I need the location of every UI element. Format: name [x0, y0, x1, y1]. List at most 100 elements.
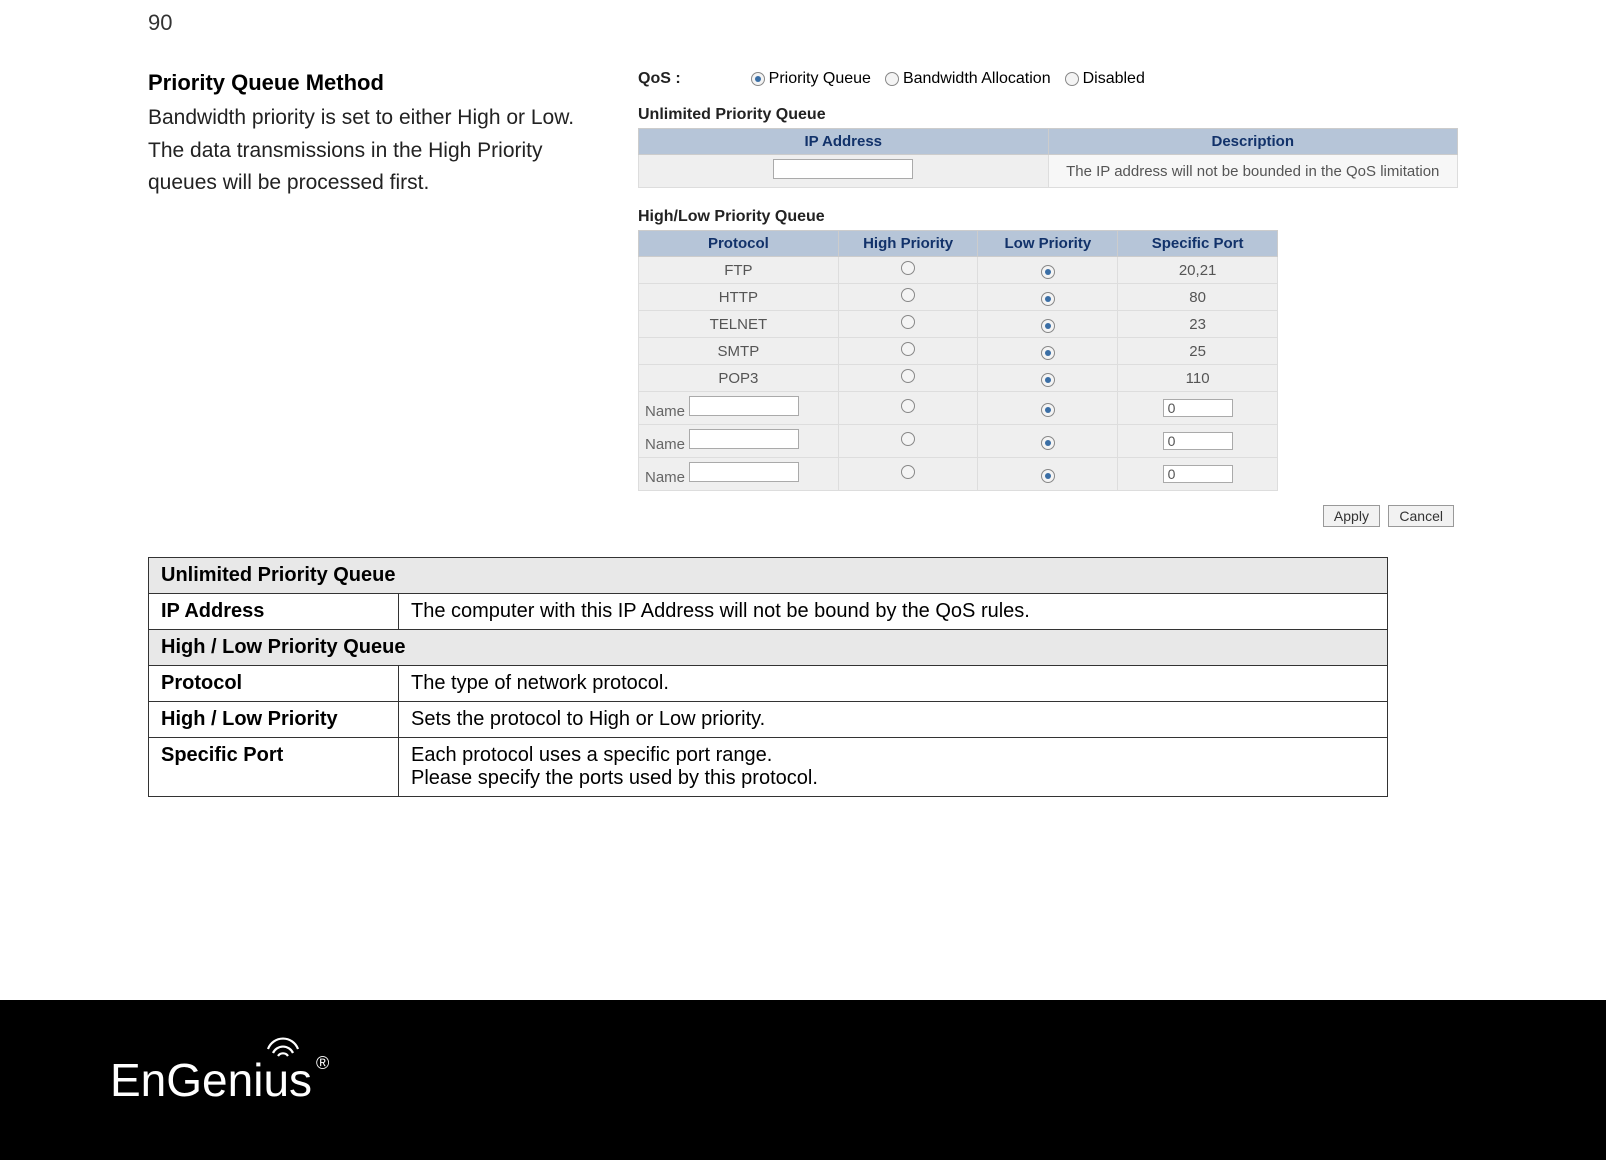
protocol-cell: SMTP: [639, 338, 839, 365]
option-label: Priority Queue: [769, 70, 871, 88]
desc-label: Specific Port: [149, 738, 399, 797]
option-label: Bandwidth Allocation: [903, 70, 1051, 88]
custom-name-input[interactable]: [689, 429, 799, 449]
port-cell: 80: [1118, 284, 1278, 311]
col-specific-port: Specific Port: [1118, 231, 1278, 257]
logo-text-part2: ius: [253, 1054, 312, 1106]
registered-mark: ®: [316, 1053, 329, 1074]
high-priority-cell: [838, 257, 978, 284]
radio-icon[interactable]: [901, 465, 915, 479]
table-row: FTP 20,21: [639, 257, 1278, 284]
desc-section-header: High / Low Priority Queue: [149, 630, 1388, 666]
radio-icon[interactable]: [901, 342, 915, 356]
desc-label: IP Address: [149, 594, 399, 630]
desc-value: The type of network protocol.: [399, 666, 1388, 702]
desc-value: Sets the protocol to High or Low priorit…: [399, 702, 1388, 738]
desc-value: The computer with this IP Address will n…: [399, 594, 1388, 630]
port-cell: 25: [1118, 338, 1278, 365]
section-paragraph: Bandwidth priority is set to either High…: [148, 102, 608, 200]
high-priority-cell: [838, 425, 978, 458]
radio-icon[interactable]: [1041, 436, 1055, 450]
high-priority-cell: [838, 284, 978, 311]
unlimited-queue-title: Unlimited Priority Queue: [638, 106, 1458, 124]
col-high-priority: High Priority: [838, 231, 978, 257]
table-row: Name 0: [639, 458, 1278, 491]
port-cell: 0: [1118, 392, 1278, 425]
radio-icon[interactable]: [1041, 373, 1055, 387]
table-row: Name 0: [639, 425, 1278, 458]
page-number: 90: [148, 10, 172, 36]
protocol-cell: TELNET: [639, 311, 839, 338]
wifi-icon: [266, 1035, 300, 1057]
radio-icon[interactable]: [1041, 469, 1055, 483]
custom-name-label: Name: [645, 469, 689, 486]
low-priority-cell: [978, 365, 1118, 392]
radio-icon[interactable]: [901, 288, 915, 302]
unlimited-queue-table: IP Address Description The IP address wi…: [638, 128, 1458, 188]
qos-label: QoS :: [638, 70, 681, 88]
low-priority-cell: [978, 392, 1118, 425]
protocol-cell: Name: [639, 458, 839, 491]
low-priority-cell: [978, 338, 1118, 365]
radio-icon[interactable]: [1041, 319, 1055, 333]
ip-address-cell: [639, 155, 1049, 188]
protocol-cell: POP3: [639, 365, 839, 392]
port-cell: 20,21: [1118, 257, 1278, 284]
table-row: Name 0: [639, 392, 1278, 425]
radio-icon[interactable]: [1041, 292, 1055, 306]
screenshot-panel: QoS : Priority Queue Bandwidth Allocatio…: [638, 70, 1458, 527]
port-cell: 0: [1118, 425, 1278, 458]
qos-option-priority-queue[interactable]: Priority Queue: [751, 70, 871, 88]
port-cell: 110: [1118, 365, 1278, 392]
port-input[interactable]: 0: [1163, 432, 1233, 450]
protocol-cell: FTP: [639, 257, 839, 284]
description-cell: The IP address will not be bounded in th…: [1048, 155, 1458, 188]
low-priority-cell: [978, 284, 1118, 311]
protocol-cell: HTTP: [639, 284, 839, 311]
port-cell: 23: [1118, 311, 1278, 338]
low-priority-cell: [978, 458, 1118, 491]
radio-icon[interactable]: [1041, 346, 1055, 360]
radio-icon: [885, 72, 899, 86]
desc-line: Please specify the ports used by this pr…: [411, 767, 818, 789]
low-priority-cell: [978, 311, 1118, 338]
description-table: Unlimited Priority Queue IP Address The …: [148, 557, 1388, 797]
radio-icon[interactable]: [1041, 265, 1055, 279]
radio-icon[interactable]: [901, 432, 915, 446]
highlow-queue-title: High/Low Priority Queue: [638, 208, 1458, 226]
high-priority-cell: [838, 365, 978, 392]
qos-option-bandwidth-allocation[interactable]: Bandwidth Allocation: [885, 70, 1051, 88]
highlow-queue-table: Protocol High Priority Low Priority Spec…: [638, 230, 1278, 491]
radio-icon[interactable]: [1041, 403, 1055, 417]
high-priority-cell: [838, 392, 978, 425]
cancel-button[interactable]: Cancel: [1388, 505, 1454, 527]
desc-line: Each protocol uses a specific port range…: [411, 744, 772, 766]
port-input[interactable]: 0: [1163, 465, 1233, 483]
high-priority-cell: [838, 458, 978, 491]
qos-option-disabled[interactable]: Disabled: [1065, 70, 1145, 88]
radio-icon[interactable]: [901, 315, 915, 329]
radio-icon[interactable]: [901, 261, 915, 275]
radio-icon: [751, 72, 765, 86]
custom-name-label: Name: [645, 436, 689, 453]
table-row: TELNET 23: [639, 311, 1278, 338]
desc-label: High / Low Priority: [149, 702, 399, 738]
radio-icon[interactable]: [901, 369, 915, 383]
logo-text: EnGen: [110, 1053, 253, 1107]
low-priority-cell: [978, 425, 1118, 458]
ip-address-input[interactable]: [773, 159, 913, 179]
radio-icon: [1065, 72, 1079, 86]
port-input[interactable]: 0: [1163, 399, 1233, 417]
apply-button[interactable]: Apply: [1323, 505, 1380, 527]
custom-name-label: Name: [645, 403, 689, 420]
table-row: POP3 110: [639, 365, 1278, 392]
high-priority-cell: [838, 311, 978, 338]
radio-icon[interactable]: [901, 399, 915, 413]
custom-name-input[interactable]: [689, 462, 799, 482]
desc-section-header: Unlimited Priority Queue: [149, 558, 1388, 594]
col-description: Description: [1048, 129, 1458, 155]
custom-name-input[interactable]: [689, 396, 799, 416]
col-ip-address: IP Address: [639, 129, 1049, 155]
footer-bar: EnGen ius ®: [0, 1000, 1606, 1160]
logo-text: ius: [253, 1053, 312, 1107]
